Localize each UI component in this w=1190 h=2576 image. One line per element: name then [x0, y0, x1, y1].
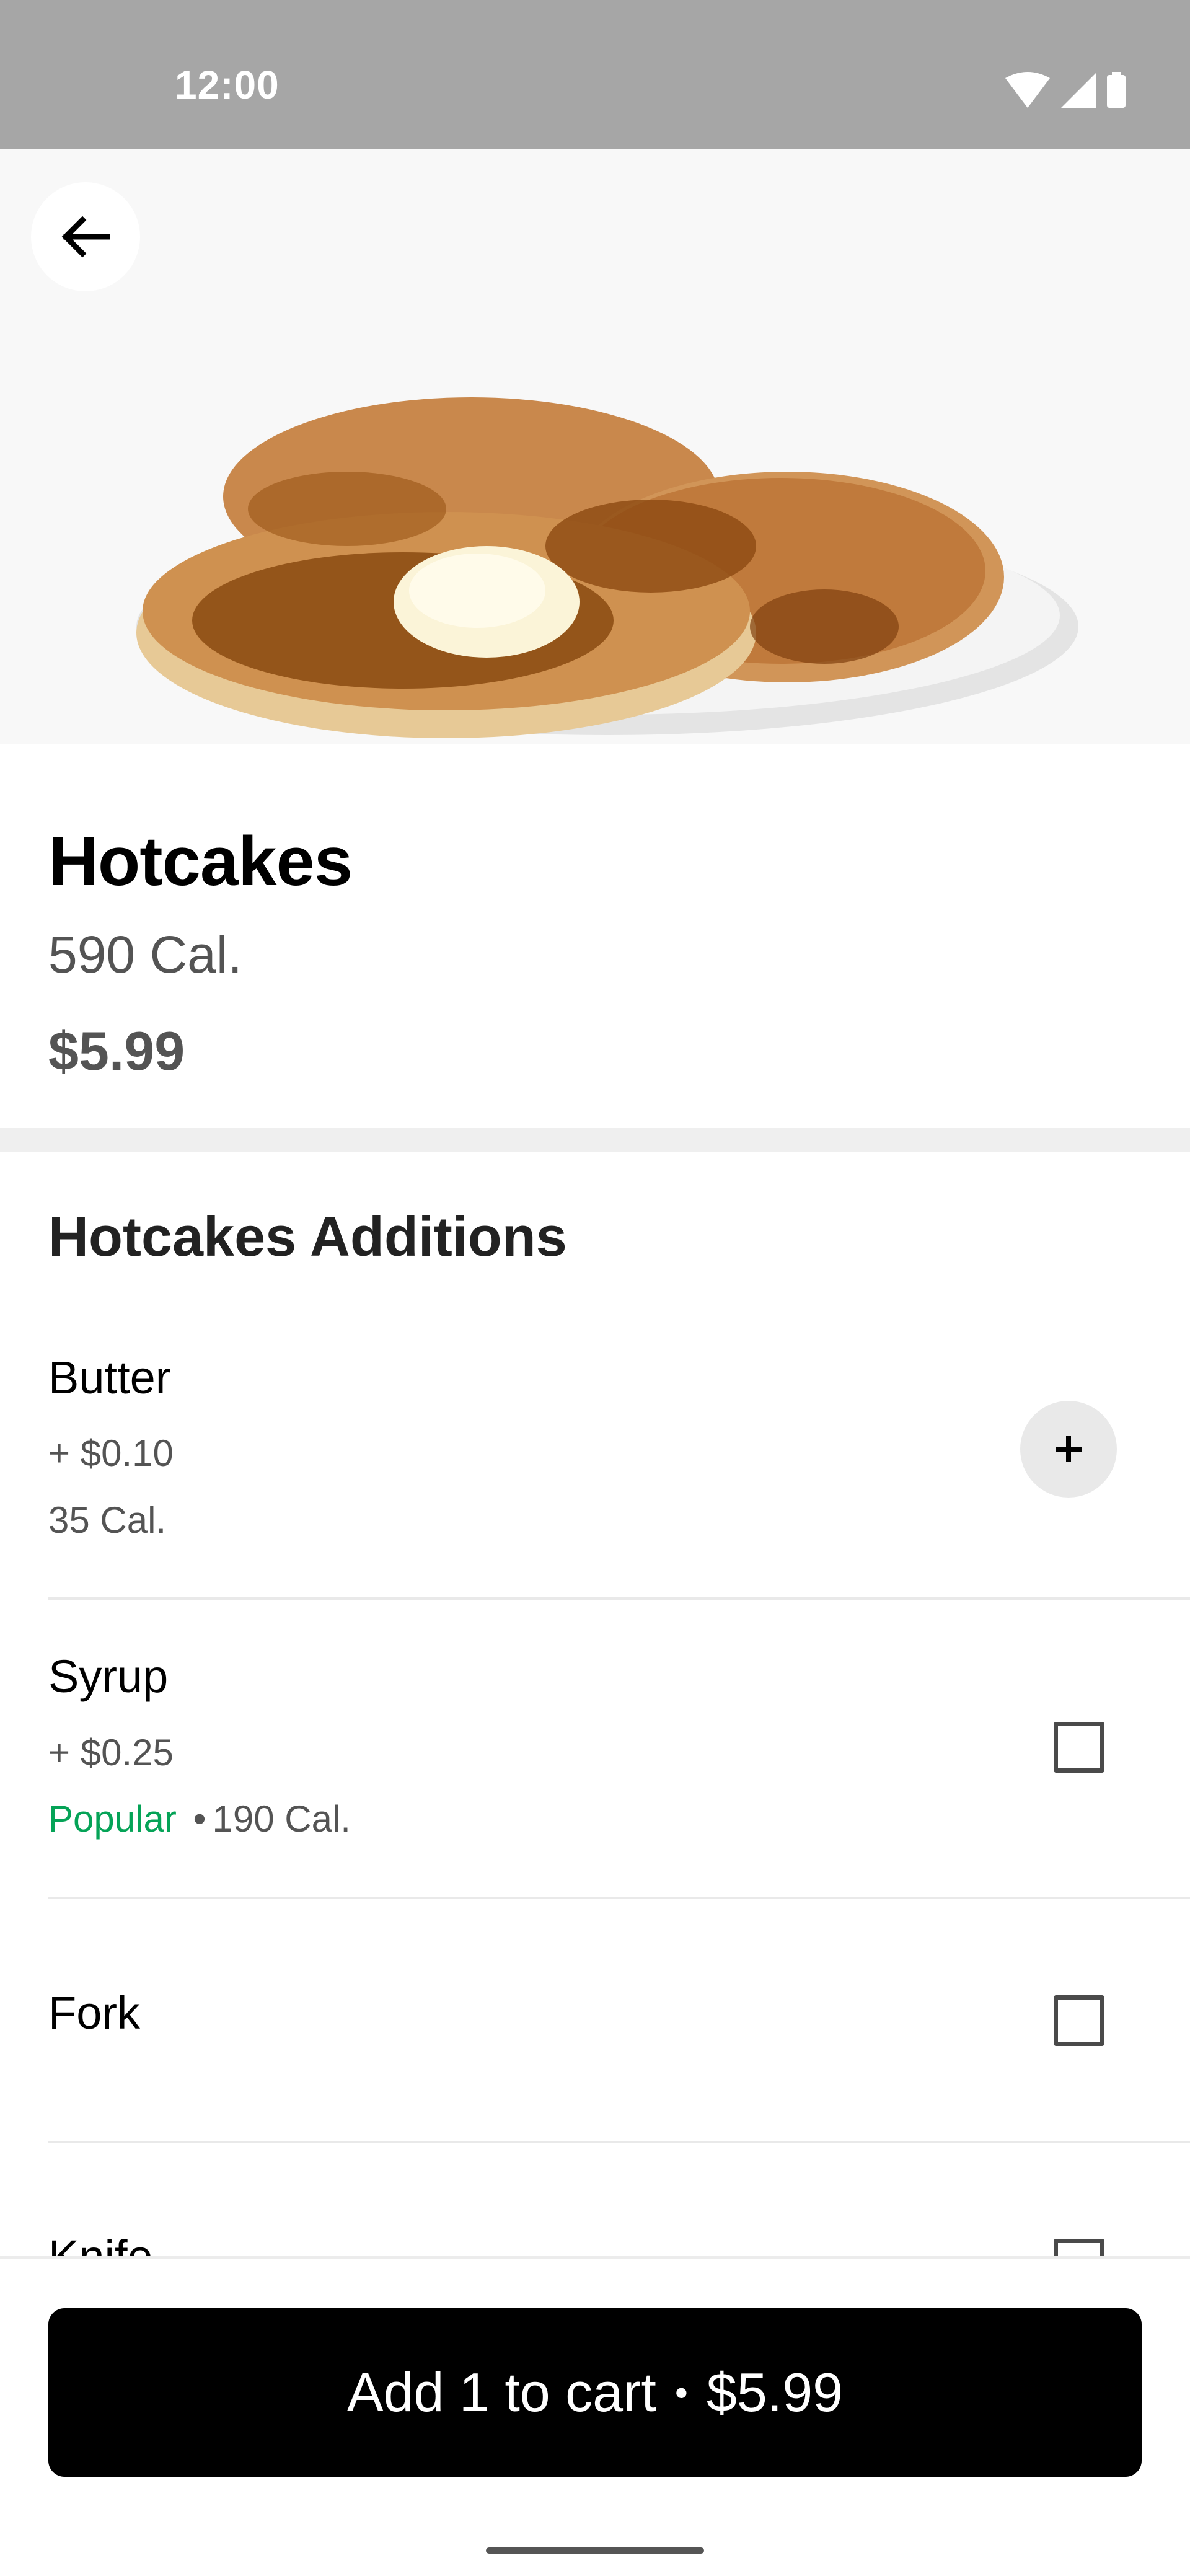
option-calories: 35 Cal.: [48, 1499, 167, 1541]
status-time: 12:00: [175, 63, 280, 107]
item-calories: 590 Cal.: [48, 925, 242, 984]
additions-title: Hotcakes Additions: [48, 1206, 567, 1268]
add-to-cart-button[interactable]: Add 1 to cart • $5.99: [48, 2308, 1142, 2477]
cart-button-label: Add 1 to cart: [346, 2362, 656, 2423]
syrup-checkbox[interactable]: [1054, 1722, 1104, 1773]
status-bar: 12:00: [0, 0, 1190, 149]
status-icons: [1004, 69, 1134, 110]
option-calories: 190 Cal.: [212, 1798, 351, 1840]
row-divider: [48, 1597, 1190, 1600]
item-price: $5.99: [48, 1020, 185, 1082]
plus-icon: [1056, 1436, 1082, 1462]
hotcakes-image: [136, 397, 1078, 738]
cart-button-price: $5.99: [706, 2362, 844, 2423]
option-price: + $0.10: [48, 1432, 174, 1474]
option-name: Butter: [48, 1352, 171, 1403]
meta-separator: •: [193, 1798, 206, 1840]
fork-checkbox[interactable]: [1054, 1995, 1104, 2046]
popular-badge: Popular: [48, 1798, 177, 1840]
cart-button-separator: •: [674, 2371, 688, 2414]
wifi-icon: [1005, 72, 1050, 108]
item-photo: [0, 149, 1190, 744]
home-indicator[interactable]: [486, 2547, 704, 2554]
battery-icon: [1107, 72, 1126, 108]
signal-icon: [1061, 73, 1096, 108]
arrow-left-icon: [61, 216, 110, 258]
option-meta: Popular • 190 Cal.: [48, 1797, 351, 1840]
option-name: Fork: [48, 1987, 140, 2039]
item-title: Hotcakes: [48, 823, 353, 900]
option-price: + $0.25: [48, 1732, 174, 1773]
row-divider: [48, 1897, 1190, 1899]
option-name: Syrup: [48, 1651, 169, 1702]
add-butter-button[interactable]: [1020, 1401, 1117, 1498]
section-divider: [0, 1128, 1190, 1152]
back-button[interactable]: [31, 182, 140, 291]
row-divider: [48, 2141, 1190, 2143]
